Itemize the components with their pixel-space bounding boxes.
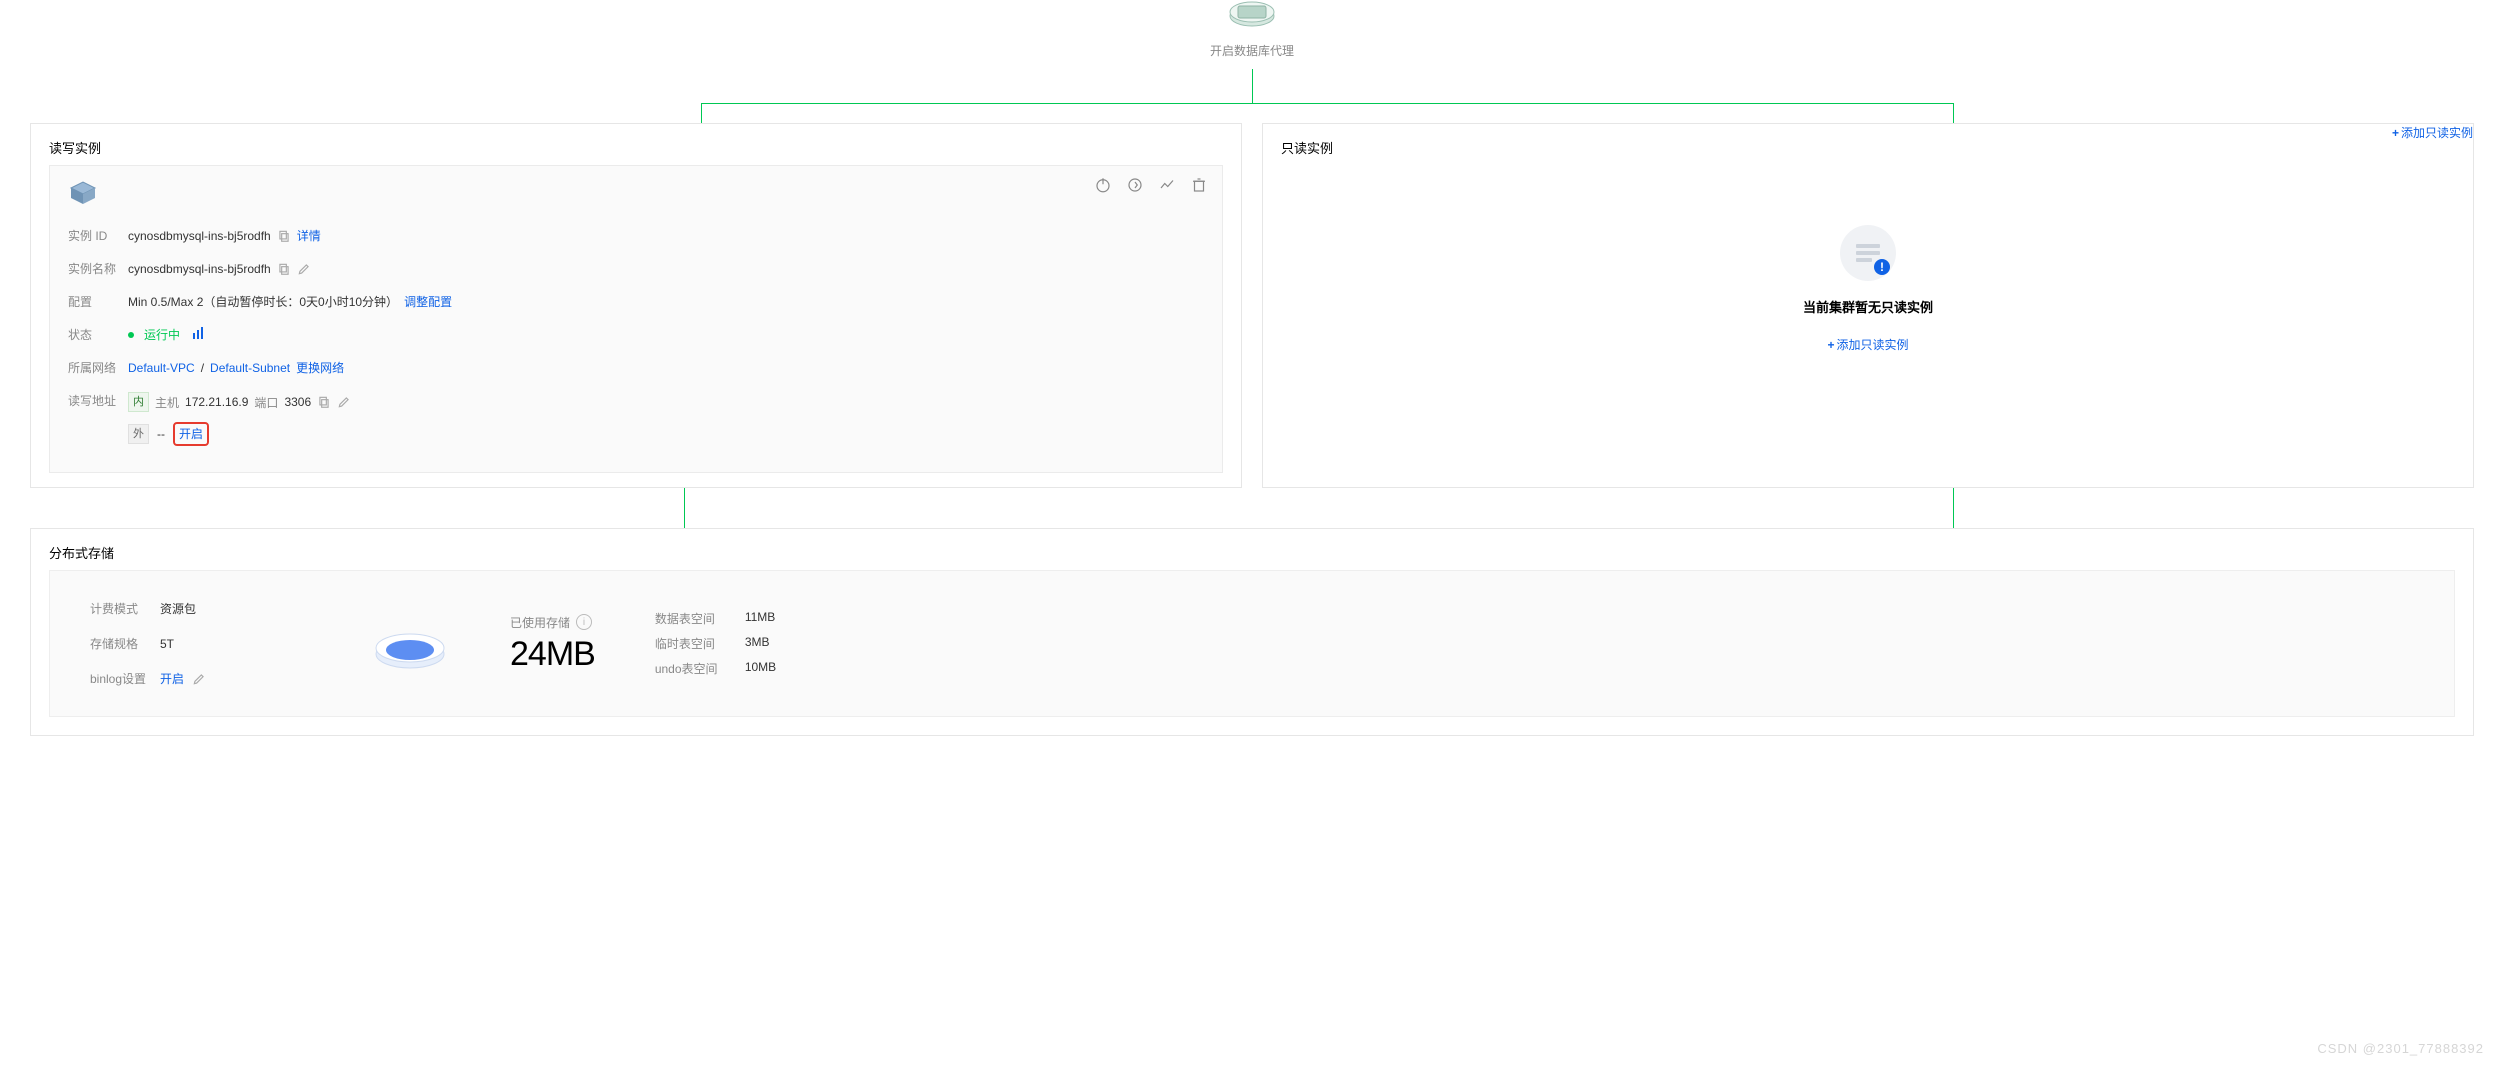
label-status: 状态 <box>68 326 128 343</box>
link-binlog-setting[interactable]: 开启 <box>160 670 184 687</box>
readwrite-panel-title: 读写实例 <box>49 138 1223 157</box>
storage-panel-title: 分布式存储 <box>49 543 2455 562</box>
metrics-icon[interactable] <box>1158 176 1176 194</box>
empty-state-title: 当前集群暂无只读实例 <box>1281 297 2455 316</box>
link-instance-detail[interactable]: 详情 <box>297 227 321 244</box>
watermark: CSDN @2301_77888392 <box>2317 1041 2484 1056</box>
label-data-tablespace: 数据表空间 <box>655 610 745 627</box>
link-subnet[interactable]: Default-Subnet <box>210 361 290 375</box>
label-billing-mode: 计费模式 <box>90 600 160 617</box>
topology-connectors-down <box>0 488 2504 528</box>
status-dot <box>128 332 134 338</box>
label-config: 配置 <box>68 293 128 310</box>
readonly-empty-state: ! 当前集群暂无只读实例 +添加只读实例 <box>1281 165 2455 353</box>
value-external-dash: -- <box>157 427 165 441</box>
info-badge-icon: ! <box>1874 259 1890 275</box>
readonly-panel-title: 只读实例 <box>1281 138 2455 157</box>
value-status: 运行中 <box>144 326 180 343</box>
value-used-storage: 24MB <box>510 635 595 674</box>
badge-external: 外 <box>128 424 149 444</box>
value-port: 3306 <box>284 395 311 409</box>
value-undo-tablespace: 10MB <box>745 660 776 677</box>
plus-icon: + <box>2392 126 2399 140</box>
value-temp-tablespace: 3MB <box>745 635 770 652</box>
value-instance-id: cynosdbmysql-ins-bj5rodfh <box>128 229 271 243</box>
link-open-external[interactable]: 开启 <box>179 427 203 441</box>
label-rw-address: 读写地址 <box>68 392 128 409</box>
proxy-caption: 开启数据库代理 <box>1182 42 1322 59</box>
instance-action-bar <box>1094 176 1208 194</box>
badge-internal: 内 <box>128 392 149 412</box>
label-instance-name: 实例名称 <box>68 260 128 277</box>
database-proxy-icon <box>1224 0 1280 36</box>
storage-disk-icon <box>370 614 450 674</box>
readwrite-instance-card: 实例 ID cynosdbmysql-ins-bj5rodfh 详情 实例名称 … <box>49 165 1223 473</box>
edit-icon[interactable] <box>297 262 311 276</box>
readwrite-instance-panel: 读写实例 实例 ID cynosdbmysql-ins-bj5rodfh <box>30 123 1242 488</box>
label-used-storage: 已使用存储 <box>510 614 570 631</box>
power-icon[interactable] <box>1094 176 1112 194</box>
link-adjust-config[interactable]: 调整配置 <box>404 293 452 310</box>
label-storage-spec: 存储规格 <box>90 635 160 652</box>
copy-icon[interactable] <box>277 229 291 243</box>
link-vpc[interactable]: Default-VPC <box>128 361 195 375</box>
proxy-node[interactable]: 开启数据库代理 <box>1182 0 1322 69</box>
highlight-open-external: 开启 <box>173 422 209 446</box>
edit-icon[interactable] <box>192 672 206 686</box>
value-data-tablespace: 11MB <box>745 610 775 627</box>
label-undo-tablespace: undo表空间 <box>655 660 745 677</box>
value-storage-spec: 5T <box>160 637 174 651</box>
storage-breakdown-table: 数据表空间 11MB 临时表空间 3MB undo表空间 10MB <box>655 606 776 681</box>
topology-trunk <box>0 69 2504 103</box>
storage-panel: 分布式存储 计费模式 资源包 存储规格 5T binlog设置 开启 <box>30 528 2474 736</box>
value-instance-name: cynosdbmysql-ins-bj5rodfh <box>128 262 271 276</box>
label-temp-tablespace: 临时表空间 <box>655 635 745 652</box>
instance-type-icon <box>68 180 1204 209</box>
plus-icon: + <box>1827 338 1834 352</box>
link-add-readonly-top[interactable]: +添加只读实例 <box>2392 124 2473 141</box>
info-icon[interactable]: i <box>576 614 592 630</box>
label-instance-id: 实例 ID <box>68 227 128 244</box>
copy-icon[interactable] <box>277 262 291 276</box>
link-change-network[interactable]: 更换网络 <box>296 359 344 376</box>
restart-icon[interactable] <box>1126 176 1144 194</box>
status-chart-icon[interactable] <box>192 327 206 342</box>
readonly-instance-panel: 只读实例 +添加只读实例 ! 当前集群暂无只读实例 +添加只读实例 <box>1262 123 2474 488</box>
label-network: 所属网络 <box>68 359 128 376</box>
empty-state-icon: ! <box>1840 225 1896 281</box>
value-billing-mode: 资源包 <box>160 600 196 617</box>
delete-icon[interactable] <box>1190 176 1208 194</box>
copy-icon[interactable] <box>317 395 331 409</box>
link-add-readonly-center[interactable]: +添加只读实例 <box>1281 336 2455 353</box>
label-host: 主机 <box>155 394 179 411</box>
label-binlog: binlog设置 <box>90 670 160 687</box>
edit-icon[interactable] <box>337 395 351 409</box>
label-port: 端口 <box>254 394 278 411</box>
value-host: 172.21.16.9 <box>185 395 248 409</box>
value-config: Min 0.5/Max 2（自动暂停时长：0天0小时10分钟） <box>128 293 398 310</box>
